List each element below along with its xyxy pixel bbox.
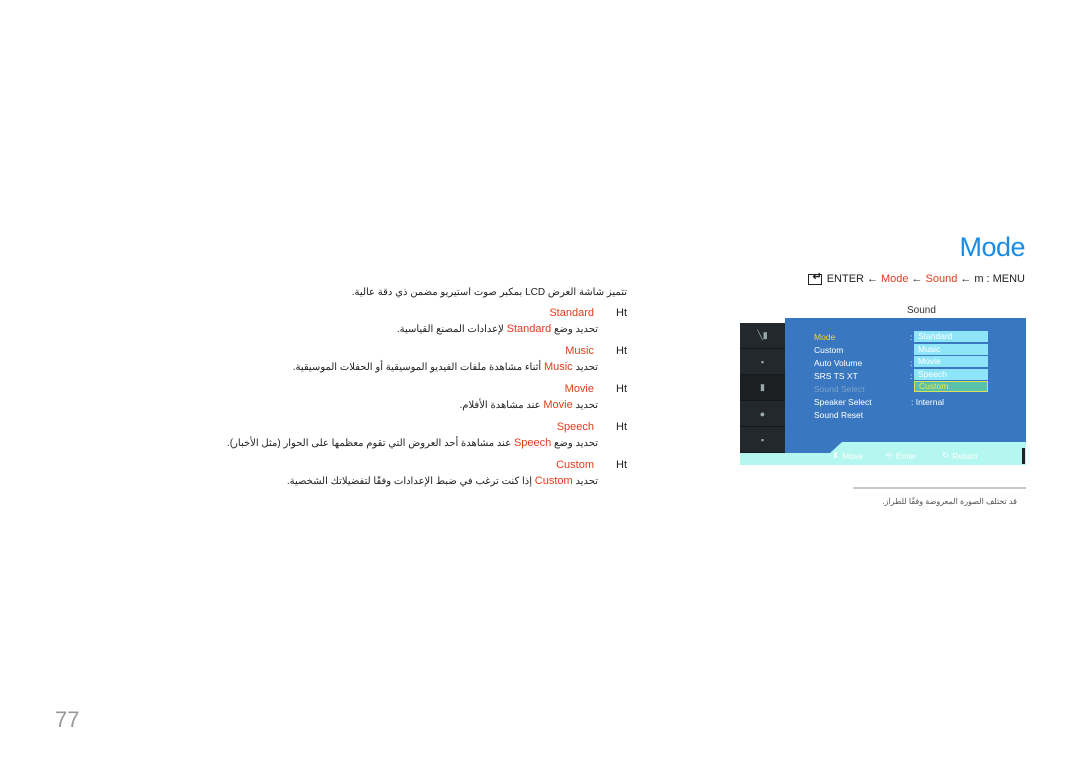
dropdown-option-speech[interactable]: Speech xyxy=(914,368,988,380)
osd-caption: Sound xyxy=(907,305,936,316)
desc-highlight: Custom xyxy=(534,475,573,487)
desc-text: أثناء مشاهدة ملفات الفيديو الموسيقية أو … xyxy=(292,362,542,373)
intro-text: تتميز شاشة العرض LCD بمكبر صوت استيريو م… xyxy=(351,287,627,298)
menu-icon: m xyxy=(974,273,984,285)
move-label: Move xyxy=(842,450,863,461)
dropdown-option-standard[interactable]: Standard xyxy=(914,331,988,342)
page-number: 77 xyxy=(55,707,80,732)
desc-text: تحديد وضع xyxy=(554,438,598,449)
option-description: تحديد وضع Speech عند مشاهدة أحد العروض ا… xyxy=(227,437,598,449)
option-description: تحديد Custom إذا كنت ترغب في ضبط الإعداد… xyxy=(287,475,598,487)
sound-icon: ▪ xyxy=(740,349,785,375)
setup-icon: ● xyxy=(740,401,785,427)
desc-highlight: Speech xyxy=(513,437,552,449)
option-description: تحديد Movie عند مشاهدة الأفلام. xyxy=(459,399,598,411)
colon: : xyxy=(910,371,913,381)
enter-label: Enter xyxy=(895,450,917,461)
desc-highlight: Movie xyxy=(543,399,573,411)
desc-text: عند مشاهدة أحد العروض التي تقوم معظمها ع… xyxy=(226,438,512,449)
return-icon: ↻ xyxy=(942,450,950,460)
osd-item-srs-ts-xt[interactable]: SRS TS XT xyxy=(814,371,858,381)
breadcrumb: ENTER ← Mode ← Sound ← m : MENU xyxy=(807,270,1026,285)
option-name: Speech xyxy=(556,421,594,433)
desc-text: عند مشاهدة الأفلام. xyxy=(459,400,541,411)
enter-icon xyxy=(807,270,822,285)
dropdown-option-custom[interactable]: Custom xyxy=(914,381,988,392)
divider xyxy=(853,487,1026,489)
colon: : xyxy=(910,358,913,368)
option-heading: Custom Ht xyxy=(556,459,627,471)
option-description: تحديد Music أثناء مشاهدة ملفات الفيديو ا… xyxy=(293,361,598,373)
osd-bottom-bar xyxy=(740,453,1026,465)
osd-item-mode[interactable]: Mode xyxy=(814,332,835,342)
dropdown-option-movie[interactable]: Movie xyxy=(914,356,988,367)
desc-text: لإعدادات المصنع القياسية. xyxy=(396,324,504,335)
desc-text: تحديد وضع xyxy=(554,324,598,335)
move-hint: ⬍ Move xyxy=(832,450,863,461)
osd-menu-panel: Mode Custom Auto Volume SRS TS XT Sound … xyxy=(785,318,1026,453)
return-hint: ↻ Return xyxy=(942,450,978,461)
desc-text: تحديد xyxy=(575,400,598,411)
option-ht: Ht xyxy=(616,421,627,433)
osd-item-sound-reset[interactable]: Sound Reset xyxy=(814,410,863,420)
osd-item-custom[interactable]: Custom xyxy=(814,345,843,355)
arrow-left-icon: ← xyxy=(911,273,923,285)
model-note: قد تختلف الصورة المعروضة وفقًا للطراز. xyxy=(882,497,1017,506)
desc-text: تحديد xyxy=(575,362,598,373)
osd-item-auto-volume[interactable]: Auto Volume xyxy=(814,358,862,368)
option-heading: Music Ht xyxy=(565,345,627,357)
option-name: Movie xyxy=(564,383,594,395)
osd-item-sound-select: Sound Select xyxy=(814,384,865,394)
return-label: Return xyxy=(952,450,978,461)
desc-text: تحديد xyxy=(575,476,598,487)
desc-text: إذا كنت ترغب في ضبط الإعدادات وفقًا لتفض… xyxy=(286,476,532,487)
desc-highlight: Standard xyxy=(506,323,552,335)
option-heading: Movie Ht xyxy=(565,383,627,395)
desc-highlight: Music xyxy=(543,361,573,373)
channel-icon: ▮ xyxy=(740,375,785,401)
speaker-select-value: : Internal xyxy=(911,397,945,407)
osd-icon-strip: ╲▮ ▪ ▮ ● ▪ xyxy=(740,323,785,453)
arrow-left-icon: ← xyxy=(866,273,878,285)
breadcrumb-enter: ENTER xyxy=(826,273,864,285)
option-heading: Speech Ht xyxy=(557,421,627,433)
option-description: تحديد وضع Standard لإعدادات المصنع القيا… xyxy=(397,323,598,335)
breadcrumb-menu: : MENU xyxy=(986,273,1026,285)
option-ht: Ht xyxy=(616,383,627,395)
option-ht: Ht xyxy=(616,345,627,357)
breadcrumb-sound: Sound xyxy=(925,273,958,285)
option-name: Music xyxy=(565,345,594,357)
option-ht: Ht xyxy=(616,307,627,319)
mode-dropdown[interactable]: Standard Music Movie Speech Custom xyxy=(914,331,988,394)
osd-item-speaker-select[interactable]: Speaker Select xyxy=(814,397,872,407)
enter-hint: ⎆ Enter xyxy=(886,450,916,461)
breadcrumb-mode: Mode xyxy=(880,273,909,285)
colon: : xyxy=(910,332,913,342)
option-heading: Standard Ht xyxy=(549,307,627,319)
picture-icon: ╲▮ xyxy=(740,323,785,349)
divider xyxy=(1022,448,1025,464)
page-title: Mode xyxy=(959,232,1025,262)
option-ht: Ht xyxy=(616,459,627,471)
option-name: Standard xyxy=(549,307,594,319)
updown-icon: ⬍ xyxy=(832,450,840,460)
arrow-left-icon: ← xyxy=(960,273,972,285)
input-icon: ▪ xyxy=(740,427,785,453)
dropdown-option-music[interactable]: Music xyxy=(914,343,988,355)
enter-icon: ⎆ xyxy=(886,450,893,460)
option-name: Custom xyxy=(556,459,594,471)
